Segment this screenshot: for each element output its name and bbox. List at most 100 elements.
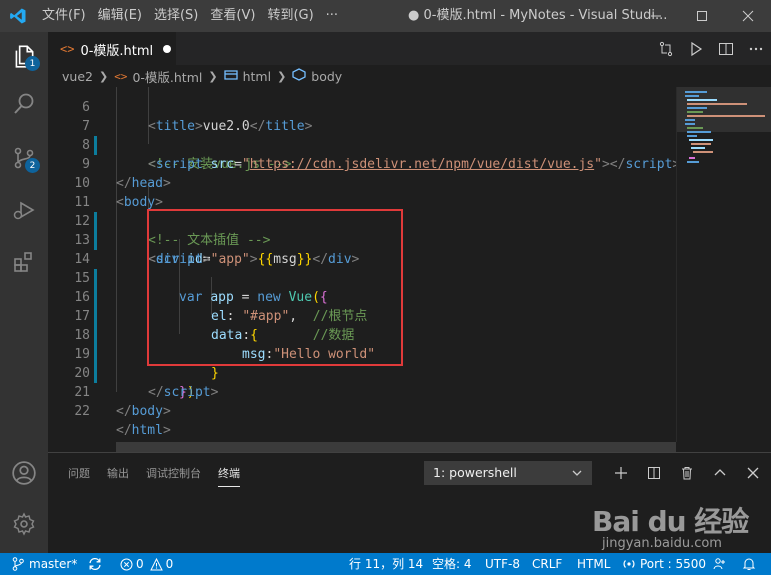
sync-icon (89, 557, 101, 571)
split-icon (719, 42, 733, 55)
watermark-logo-text: Bai du 经验 (592, 505, 749, 538)
indentation[interactable]: 空格: 4 (432, 553, 472, 575)
bell-icon (742, 558, 756, 570)
element-icon (292, 68, 306, 84)
manage-button[interactable] (0, 500, 48, 548)
run-button[interactable] (681, 32, 711, 65)
code-editor[interactable]: 6 <title>vue2.0</title> 7 <!-- 安装vue.js … (48, 87, 676, 442)
menu-file[interactable]: 文件(F) (36, 0, 92, 32)
code-line: 9 </head> (48, 136, 676, 191)
accounts-button[interactable] (0, 449, 48, 497)
maximize-panel-button[interactable] (703, 461, 736, 485)
breadcrumb-body[interactable]: body (311, 69, 342, 84)
git-branch-icon (12, 557, 24, 571)
watermark-url: jingyan.baidu.com (602, 536, 722, 551)
extensions-icon (14, 252, 32, 272)
close-icon (747, 467, 758, 479)
modified-dot-icon[interactable] (163, 45, 172, 53)
more-actions-button[interactable] (741, 32, 771, 65)
explorer-badge: 1 (25, 56, 40, 71)
notifications-button[interactable] (742, 553, 756, 575)
close-window-button[interactable] (725, 0, 771, 32)
tab-terminal[interactable]: 终端 (218, 465, 240, 487)
problems-item[interactable]: 0 0 (120, 553, 173, 575)
activity-bar: 1 2 (0, 32, 48, 553)
play-icon (691, 41, 703, 56)
chevron-right-icon: ❯ (277, 69, 287, 83)
extensions-button[interactable] (0, 238, 48, 286)
search-icon (14, 93, 34, 114)
minimize-button[interactable] (633, 0, 679, 32)
open-changes-button[interactable] (651, 32, 681, 65)
breadcrumb-file[interactable]: 0-模版.html (132, 67, 202, 86)
title-bar: 文件(F) 编辑(E) 选择(S) 查看(V) 转到(G) ··· ● 0-模版… (0, 0, 771, 32)
maximize-button[interactable] (679, 0, 725, 32)
menu-more[interactable]: ··· (320, 0, 344, 32)
code-line: 7 <!-- 安装vue.js --> (48, 98, 676, 172)
code-line: 8 <script src="https://cdn.jsdelivr.net/… (48, 117, 676, 172)
minimap[interactable] (676, 87, 771, 442)
menu-go[interactable]: 转到(G) (261, 0, 319, 32)
chevron-right-icon: ❯ (98, 69, 109, 83)
split-editor-button[interactable] (711, 32, 741, 65)
menu-selection[interactable]: 选择(S) (148, 0, 204, 32)
compare-icon (659, 41, 673, 56)
debug-icon (13, 201, 35, 220)
scm-badge: 2 (25, 158, 40, 173)
language-mode[interactable]: HTML (577, 553, 610, 575)
account-icon (12, 461, 36, 485)
trash-icon (681, 467, 692, 480)
breadcrumb-html[interactable]: html (243, 69, 271, 84)
breadcrumb: vue2 ❯ <> 0-模版.html ❯ html ❯ body (48, 65, 771, 87)
chevron-right-icon: ❯ (208, 69, 218, 83)
ellipsis-icon (749, 47, 763, 50)
error-count: 0 (136, 557, 144, 571)
editor-tab-bar: <> 0-模版.html (48, 32, 771, 65)
menu-edit[interactable]: 编辑(E) (92, 0, 148, 32)
run-debug-button[interactable] (0, 186, 48, 234)
branch-name: master* (29, 557, 78, 571)
kill-terminal-button[interactable] (670, 461, 703, 485)
warning-count: 0 (165, 557, 174, 571)
split-terminal-button[interactable] (637, 461, 670, 485)
warning-icon (149, 557, 163, 570)
split-icon (647, 467, 660, 479)
error-icon (120, 558, 133, 570)
branch-item[interactable]: master* (12, 553, 77, 575)
close-panel-button[interactable] (736, 461, 769, 485)
new-terminal-button[interactable] (604, 461, 637, 485)
html-file-icon: <> (114, 69, 128, 83)
explorer-button[interactable]: 1 (0, 32, 48, 80)
baidu-watermark: Bai du 经验 jingyan.baidu.com (590, 496, 770, 556)
sync-button[interactable] (88, 553, 102, 575)
tab-debug-console[interactable]: 调试控制台 (146, 465, 201, 487)
live-server-port[interactable]: Port : 5500 (622, 553, 706, 575)
tab-output[interactable]: 输出 (107, 465, 129, 487)
chevron-down-icon (571, 462, 583, 491)
status-bar: master* 0 0 行 11，列 14 空格: 4 UTF-8 CRLF H… (0, 553, 771, 575)
code-line: 6 <title>vue2.0</title> (48, 87, 676, 134)
terminal-select-value: 1: powershell (433, 465, 517, 480)
person-icon (713, 558, 725, 570)
breadcrumb-folder[interactable]: vue2 (62, 69, 93, 84)
window-title: ● 0-模版.html - MyNotes - Visual Studi... (408, 8, 668, 23)
menu-bar: 文件(F) 编辑(E) 选择(S) 查看(V) 转到(G) ··· (36, 0, 344, 32)
source-control-button[interactable]: 2 (0, 134, 48, 182)
horizontal-scrollbar[interactable] (116, 442, 676, 452)
search-button[interactable] (0, 80, 48, 128)
feedback-button[interactable] (713, 553, 727, 575)
menu-view[interactable]: 查看(V) (204, 0, 261, 32)
terminal-select[interactable]: 1: powershell (424, 461, 592, 485)
cursor-position[interactable]: 行 11，列 14 (349, 553, 423, 575)
end-of-line[interactable]: CRLF (532, 553, 562, 575)
plus-icon (614, 467, 627, 479)
port-label: Port : 5500 (640, 557, 706, 571)
encoding[interactable]: UTF-8 (485, 553, 520, 575)
minimap-slider[interactable] (677, 87, 771, 132)
html-file-icon: <> (60, 42, 75, 56)
highlight-box (147, 209, 403, 366)
tab-problems[interactable]: 问题 (68, 465, 90, 487)
tab-0-template-html[interactable]: <> 0-模版.html (48, 32, 176, 65)
line-number: 22 (74, 404, 90, 419)
vscode-logo-icon (0, 0, 36, 32)
